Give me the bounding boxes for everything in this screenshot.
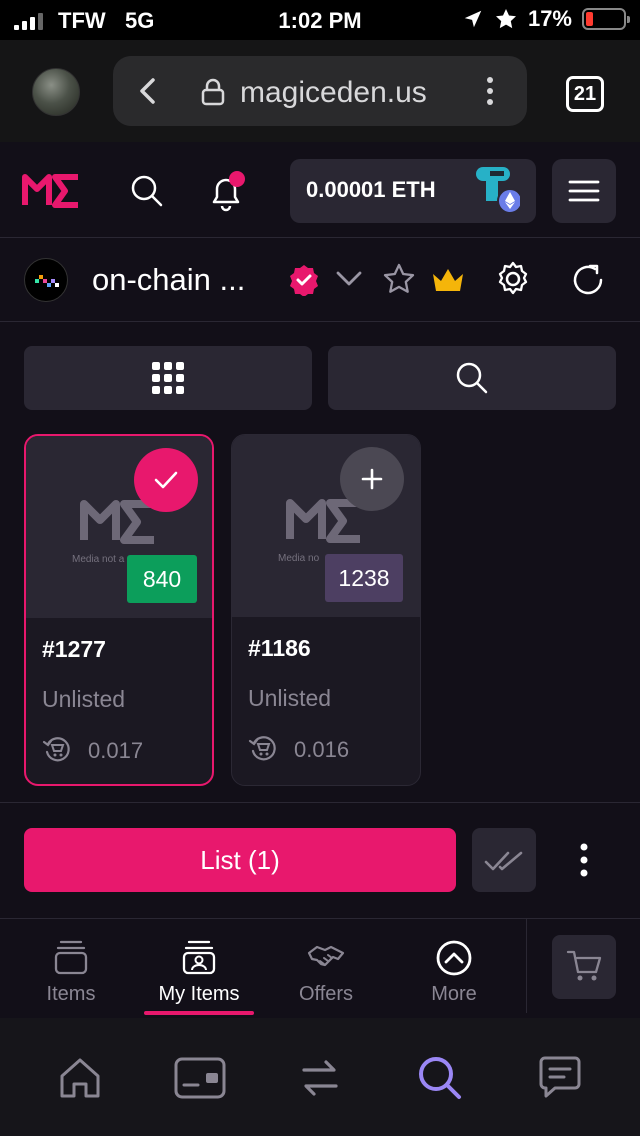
lock-icon [201, 78, 225, 106]
tab-label: My Items [158, 983, 240, 1005]
rarity-rank-badge: 840 [127, 555, 197, 603]
tab-more[interactable]: More [394, 919, 514, 1019]
rarity-rank-badge: 1238 [325, 554, 403, 602]
collection-name[interactable]: on-chain ... [92, 262, 245, 298]
handshake-icon [307, 945, 345, 967]
user-stack-icon [182, 940, 216, 975]
app-content: 0.00001 ETH on-chain ... Media not a 840… [0, 142, 640, 1136]
settings-gear-icon[interactable] [494, 260, 532, 298]
cart-button[interactable] [552, 935, 616, 999]
tab-my-items[interactable]: My Items [139, 919, 259, 1019]
nft-card[interactable]: Media no 1238 #1186 Unlisted 0.016 [231, 434, 421, 786]
search-icon [419, 1057, 461, 1099]
collection-header: on-chain ... [0, 238, 640, 322]
wallet-balance: 0.00001 ETH [306, 177, 436, 202]
last-sale-icon [42, 737, 70, 762]
plus-icon [361, 468, 383, 490]
more-options-icon[interactable] [574, 842, 594, 878]
menu-icon [568, 180, 600, 202]
favorite-star-icon[interactable] [382, 262, 416, 296]
tab-offers[interactable]: Offers [266, 919, 386, 1019]
nav-wallet[interactable] [170, 1048, 230, 1108]
nav-swap[interactable] [290, 1048, 350, 1108]
active-tab-indicator [144, 1011, 254, 1015]
select-all-button[interactable] [472, 828, 536, 892]
hamburger-menu-button[interactable] [552, 159, 616, 223]
nav-explore[interactable] [410, 1048, 470, 1108]
tab-switcher-button[interactable]: 21 [566, 76, 604, 112]
action-divider [0, 802, 640, 803]
battery-percent: 17% [527, 6, 572, 31]
tab-items[interactable]: Items [11, 919, 131, 1019]
stack-icon [54, 940, 88, 975]
listing-status: Unlisted [42, 686, 126, 712]
nft-token-id: #1186 [248, 635, 311, 661]
app-navigation-dock [0, 1018, 640, 1136]
chevron-down-icon[interactable] [336, 270, 362, 288]
magic-eden-logo[interactable] [22, 172, 80, 208]
refresh-icon[interactable] [570, 262, 606, 298]
last-sale-price: 0.017 [88, 738, 144, 763]
battery-icon [582, 8, 630, 30]
wallet-avatar [476, 167, 520, 213]
list-items-button[interactable]: List (1) [24, 828, 456, 892]
url-text[interactable]: magiceden.us [240, 76, 427, 110]
search-icon [456, 362, 488, 394]
item-search-button[interactable] [328, 346, 616, 410]
back-chevron-icon[interactable] [137, 78, 159, 104]
tab-bar-separator [526, 919, 527, 1013]
notification-dot [229, 171, 245, 187]
check-icon [154, 471, 178, 489]
selected-check-button[interactable] [134, 448, 198, 512]
search-icon[interactable] [130, 174, 164, 208]
home-icon [60, 1058, 100, 1098]
media-not-available-text: Media no [278, 553, 320, 564]
more-vertical-icon[interactable] [485, 76, 495, 106]
location-arrow-icon [464, 10, 482, 28]
last-sale-price: 0.016 [294, 737, 350, 762]
last-sale-icon [248, 736, 276, 761]
profile-avatar[interactable] [32, 68, 80, 116]
add-to-selection-button[interactable] [340, 447, 404, 511]
nav-messages[interactable] [530, 1048, 590, 1108]
tab-label: More [431, 983, 477, 1005]
grid-icon [152, 362, 184, 394]
nav-home[interactable] [50, 1048, 110, 1108]
cart-icon [566, 950, 602, 981]
chat-icon [539, 1056, 581, 1098]
collection-tab-bar: Items My Items Offers More [0, 918, 640, 1018]
wallet-button[interactable]: 0.00001 ETH [290, 159, 536, 223]
double-check-icon [484, 851, 523, 871]
nft-token-id: #1277 [42, 636, 106, 662]
crown-icon[interactable] [430, 266, 466, 294]
status-bar: TFW 5G 1:02 PM 17% [0, 0, 640, 40]
grid-view-button[interactable] [24, 346, 312, 410]
app-header: 0.00001 ETH [0, 142, 640, 238]
nft-card[interactable]: Media not a 840 #1277 Unlisted 0.017 [24, 434, 214, 786]
browser-toolbar: magiceden.us 21 [0, 40, 640, 142]
tab-label: Offers [298, 983, 354, 1005]
listing-status: Unlisted [248, 685, 332, 711]
media-not-available-text: Media not a [72, 554, 125, 565]
collection-avatar [24, 258, 68, 302]
tab-label: Items [46, 983, 96, 1005]
swap-arrows-icon [302, 1060, 338, 1096]
star-icon [495, 9, 516, 29]
wallet-icon [174, 1057, 226, 1099]
verified-badge-icon [290, 265, 318, 296]
chevron-up-circle-icon [436, 940, 472, 976]
